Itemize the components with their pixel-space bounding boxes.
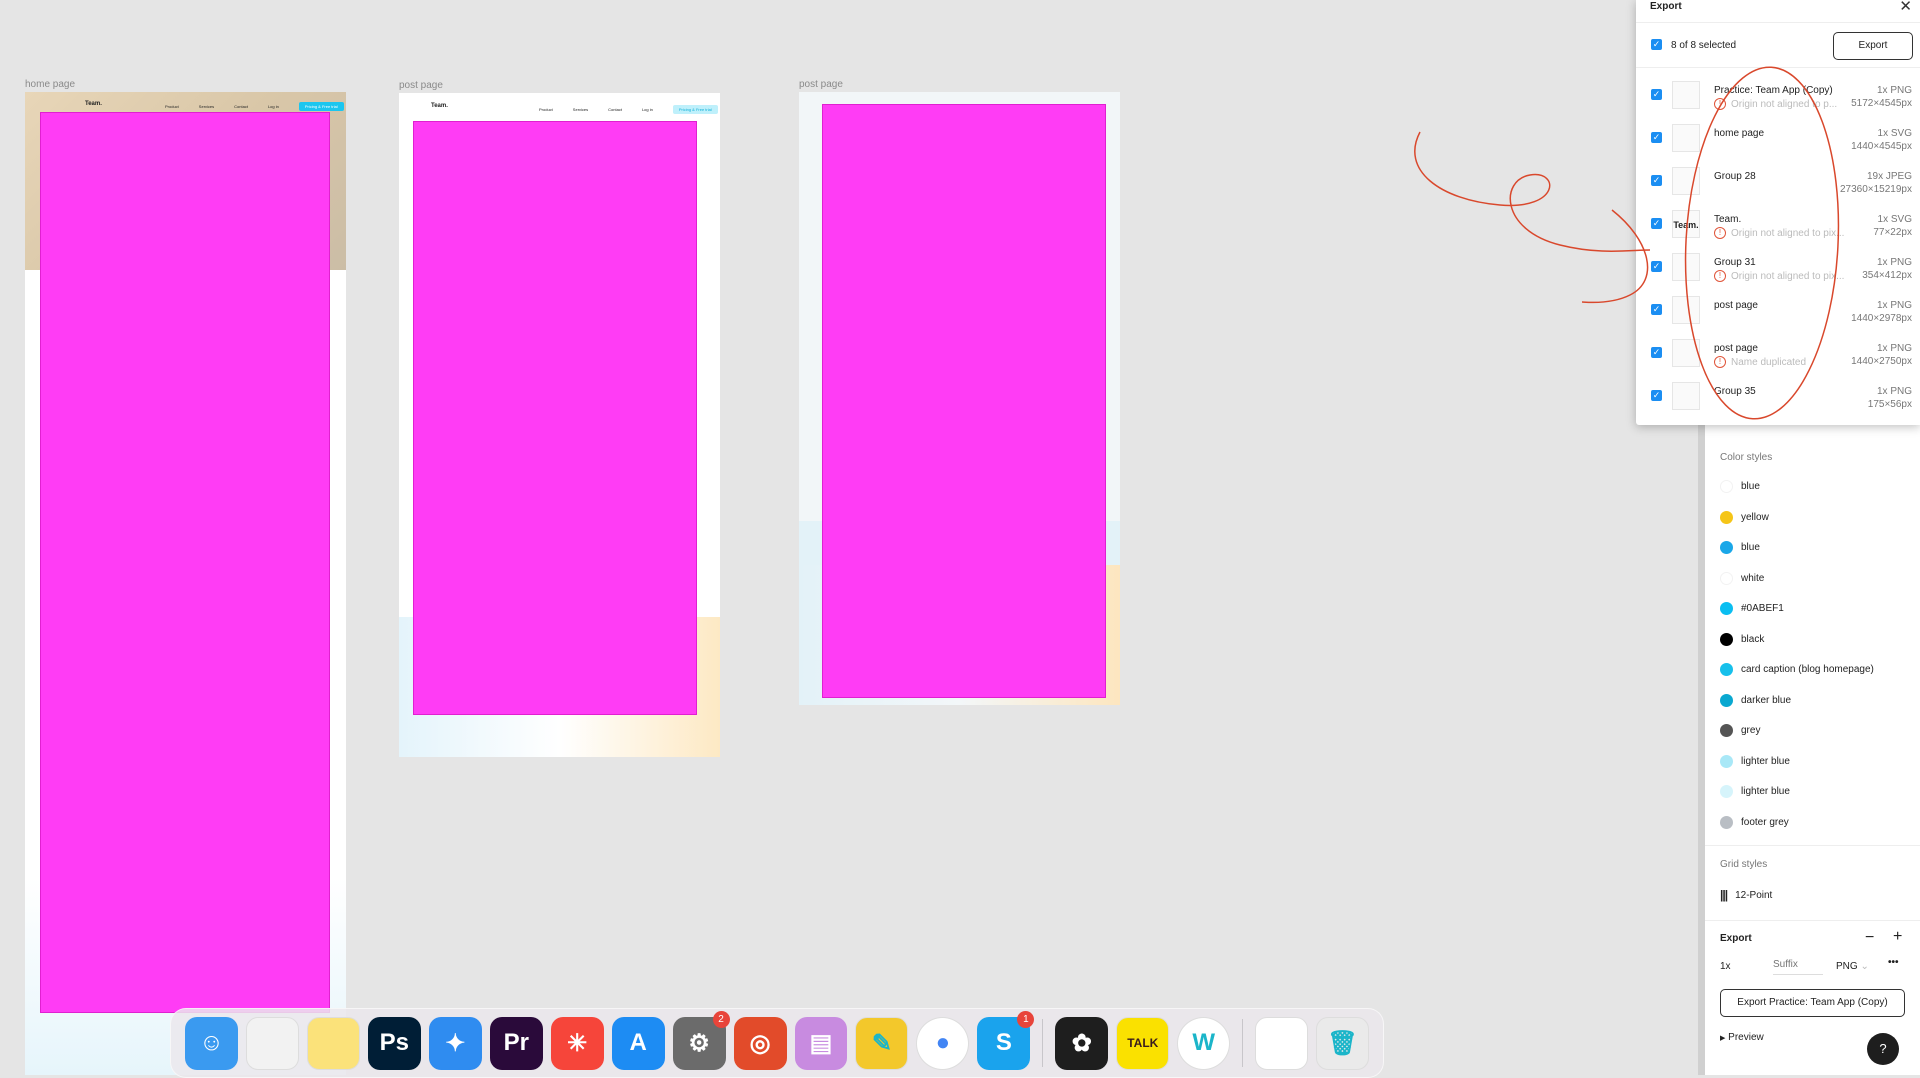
w-app-app-icon[interactable]: W (1177, 1016, 1231, 1070)
dock-separator (1042, 1019, 1044, 1067)
trash-app-icon[interactable]: 🗑 (1316, 1016, 1370, 1070)
app-glyph: ◎ (749, 1029, 771, 1057)
app-glyph: TALK (1127, 1036, 1159, 1050)
app-glyph: ⚙ (688, 1029, 710, 1057)
dock: ☺ Ps ✦ Pr ✳ A ⚙ 2 ◎ ▤ ✎ ● S 1 ✿ TALK W 🗑 (170, 1008, 1384, 1078)
dock-separator (1242, 1019, 1244, 1067)
chrome-app-icon[interactable]: ● (916, 1016, 970, 1070)
notification-badge: 2 (712, 1010, 730, 1028)
app-store-app-icon[interactable]: A (611, 1016, 665, 1070)
app-glyph: Ps (379, 1029, 410, 1056)
figma-app-icon[interactable]: ✿ (1055, 1016, 1109, 1070)
annotation-scribble (1414, 66, 1840, 420)
notes-app-icon[interactable] (306, 1016, 360, 1070)
clock-app-icon[interactable]: ✳ (550, 1016, 604, 1070)
app-glyph: ✦ (445, 1029, 466, 1057)
app-glyph: ✳ (567, 1029, 588, 1057)
system-preferences-app-icon[interactable]: ⚙ 2 (672, 1010, 730, 1070)
notification-badge: 1 (1017, 1010, 1035, 1028)
launchpad-app-icon[interactable] (245, 1016, 299, 1070)
premiere-app-icon[interactable]: Pr (489, 1016, 543, 1070)
app-glyph: S (995, 1029, 1012, 1056)
app-glyph: 🗑 (1327, 1029, 1358, 1057)
app-glyph: A (629, 1029, 647, 1056)
app-glyph: ● (935, 1029, 951, 1056)
app-glyph: W (1192, 1029, 1216, 1056)
photoshop-app-icon[interactable]: Ps (367, 1016, 421, 1070)
measure-app-icon[interactable]: ✎ (855, 1016, 909, 1070)
downloads-stack-app-icon[interactable] (1255, 1016, 1309, 1070)
app-glyph: Pr (503, 1029, 529, 1056)
instruments-app-icon[interactable]: ◎ (733, 1016, 787, 1070)
kakaotalk-app-icon[interactable]: TALK (1116, 1016, 1170, 1070)
finder-app-icon[interactable]: ☺ (185, 1016, 238, 1070)
app-glyph: ▤ (809, 1029, 833, 1057)
app-glyph: ☺ (199, 1029, 224, 1056)
skype-app-icon[interactable]: S1 (977, 1010, 1035, 1070)
app-glyph: ✿ (1071, 1029, 1092, 1057)
safari-app-icon[interactable]: ✦ (428, 1016, 482, 1070)
screenshot-app-app-icon[interactable]: ▤ (794, 1016, 848, 1070)
app-glyph: ✎ (871, 1029, 893, 1057)
